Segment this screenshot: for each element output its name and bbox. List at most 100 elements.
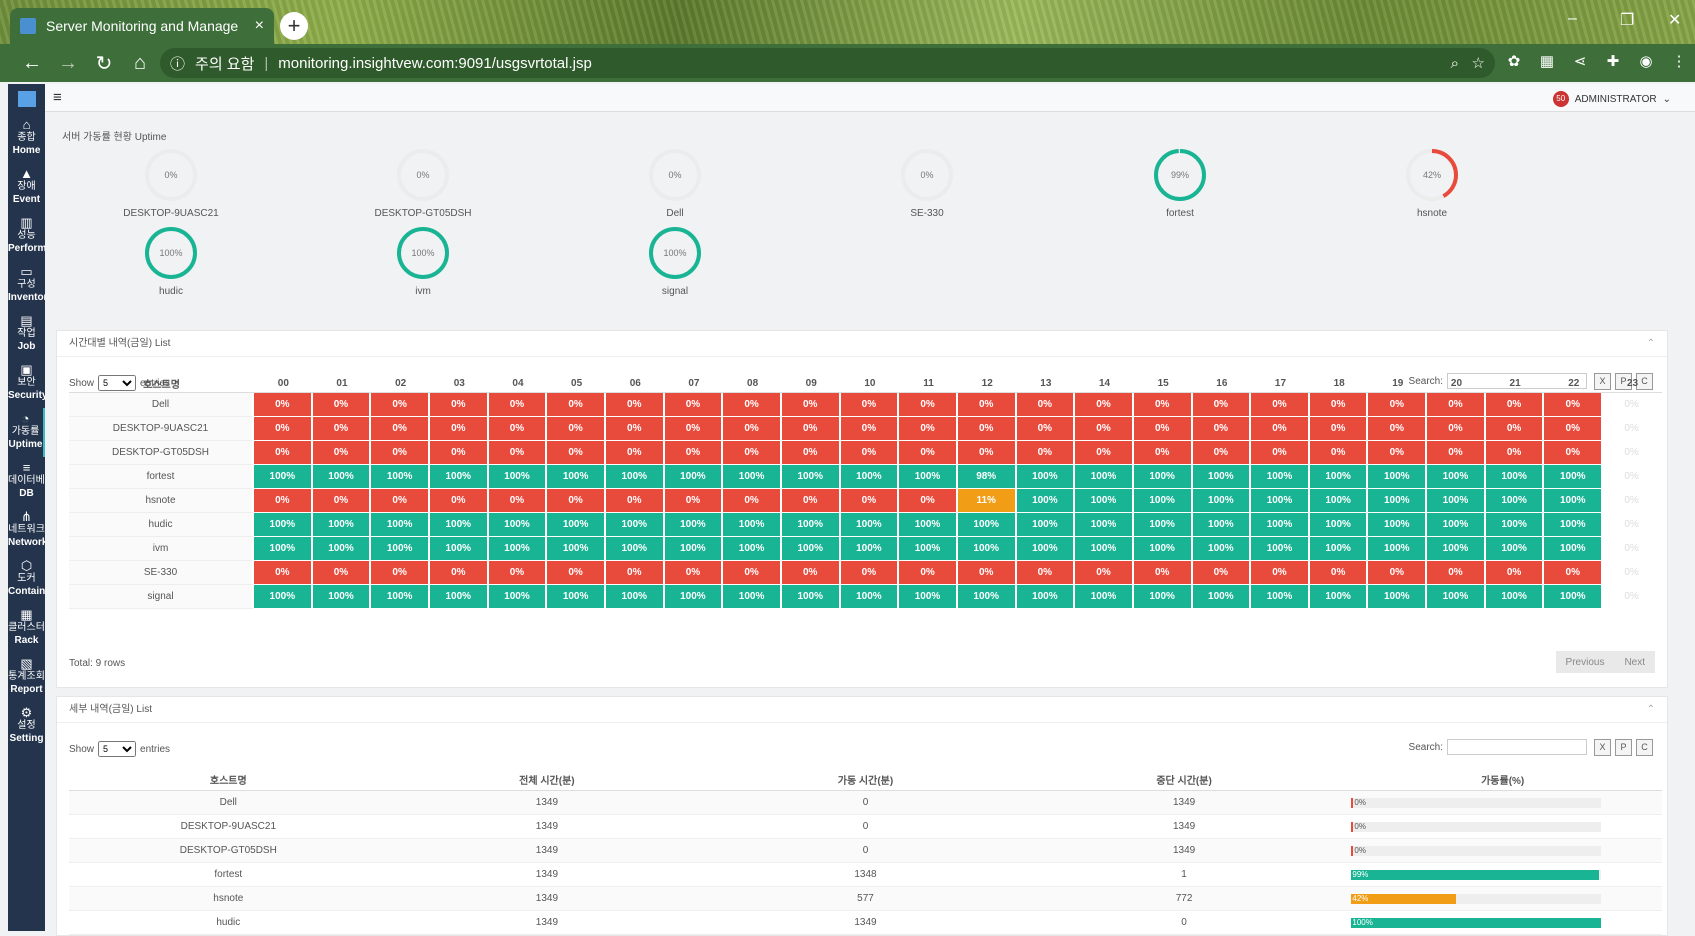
column-header[interactable]: 전체 시간(분) [387, 769, 707, 791]
search-input[interactable] [1447, 739, 1587, 755]
column-header-hour[interactable]: 11 [899, 375, 958, 393]
column-header-hour[interactable]: 14 [1075, 375, 1134, 393]
column-header-hour[interactable]: 06 [605, 375, 665, 393]
column-header-hour[interactable]: 05 [547, 375, 606, 393]
notification-badge[interactable]: 50 [1552, 91, 1569, 107]
dashboard-icon: ◔ [21, 411, 30, 426]
sidebar-item-home[interactable]: ⌂ 종합 Home [8, 114, 45, 163]
column-header-hour[interactable]: 21 [1485, 375, 1545, 393]
sidebar-item-network[interactable]: ⋔ 네트워크 Network [8, 506, 45, 555]
uptime-gauge[interactable]: 100% ivm [353, 224, 493, 297]
new-tab-button[interactable]: + [280, 12, 308, 40]
uptime-gauge[interactable]: 100% signal [605, 224, 745, 297]
column-header-hour[interactable]: 19 [1368, 375, 1428, 393]
uptime-panel: 서버 가동률 현황 Uptime 0% DESKTOP-9UASC21 0% DESK… [56, 118, 1668, 328]
calendar-extension-icon[interactable]: ▦ [1536, 52, 1558, 74]
column-header-hour[interactable]: 01 [312, 375, 372, 393]
sidebar-item-uptime[interactable]: ◔ 가동률 Uptime [8, 408, 45, 457]
column-header-hour[interactable]: 12 [957, 375, 1017, 393]
uptime-gauge[interactable]: 100% hudic [101, 224, 241, 297]
collapse-chevron-icon[interactable]: ⌃ [1647, 697, 1655, 723]
column-header-hour[interactable]: 18 [1309, 375, 1369, 393]
column-header[interactable]: 중단 시간(분) [1024, 769, 1344, 791]
security-status[interactable]: 주의 요함 [195, 53, 254, 74]
sidebar-item-container[interactable]: ⬡도커 Container [8, 555, 45, 604]
uptime-gauge[interactable]: 42% hsnote [1362, 146, 1502, 219]
url-bar[interactable]: ⓘ 주의 요함 | monitoring.insightvew.com:9091… [160, 48, 1495, 78]
column-header-hour[interactable]: 00 [254, 375, 313, 393]
sidebar-item-security[interactable]: ▣ 보안 Security [8, 359, 45, 408]
extensions-puzzle-icon[interactable]: ✚ [1602, 52, 1624, 74]
sidebar-item-job[interactable]: ▤ 작업 Job [8, 310, 45, 359]
column-header-hour[interactable]: 23 [1603, 375, 1662, 393]
uptime-gauge[interactable]: 0% SE-330 [857, 146, 997, 219]
user-name[interactable]: ADMINISTRATOR [1575, 94, 1657, 105]
column-header-hour[interactable]: 20 [1427, 375, 1486, 393]
url-text[interactable]: monitoring.insightvew.com:9091/usgsvrtot… [278, 55, 592, 72]
cell-host: hsnote [69, 887, 388, 911]
browser-tab[interactable]: Server Monitoring and Manage × [10, 8, 274, 44]
sidebar-item-report[interactable]: ▧ 통계조회 Report [8, 653, 45, 702]
column-header-hour[interactable]: 10 [840, 375, 900, 393]
minimize-icon[interactable]: – [1568, 10, 1577, 28]
hour-cell: 0% [1016, 393, 1076, 417]
uptime-gauge[interactable]: 99% fortest [1110, 146, 1250, 219]
window-close-icon[interactable]: ✕ [1668, 10, 1681, 30]
app-logo[interactable] [8, 84, 45, 114]
column-header-hour[interactable]: 13 [1016, 375, 1076, 393]
sidebar-item-event[interactable]: ▲ 장애 Event [8, 163, 45, 212]
share-icon[interactable]: ⋖ [1569, 52, 1591, 74]
column-header[interactable]: 가동 시간(분) [706, 769, 1025, 791]
column-header-hour[interactable]: 16 [1192, 375, 1252, 393]
column-header-hour[interactable]: 03 [429, 375, 489, 393]
hour-cell: 0% [254, 417, 313, 441]
hamburger-menu-icon[interactable]: ≡ [53, 89, 62, 106]
page-size-select[interactable]: 5 [98, 741, 137, 757]
previous-button[interactable]: Previous [1556, 657, 1615, 668]
column-header-hour[interactable]: 08 [723, 375, 782, 393]
tab-close-icon[interactable]: × [255, 17, 264, 35]
column-header-hour[interactable]: 22 [1544, 375, 1604, 393]
column-header-hour[interactable]: 17 [1251, 375, 1310, 393]
column-header[interactable]: 호스트명 [69, 769, 388, 791]
column-header-hour[interactable]: 15 [1133, 375, 1193, 393]
zoom-icon[interactable]: ⌕ [1451, 55, 1459, 72]
uptime-gauge[interactable]: 0% DESKTOP-9UASC21 [101, 146, 241, 219]
next-button[interactable]: Next [1614, 657, 1655, 668]
column-header-host[interactable]: 호스트명 [69, 375, 254, 393]
sidebar-item-db[interactable]: ≡데이터베이스 DB [8, 457, 45, 506]
chevron-down-icon[interactable]: ⌄ [1663, 94, 1671, 105]
hour-cell: 100% [605, 537, 665, 561]
excel-export-icon[interactable]: X [1594, 739, 1611, 756]
browser-menu-icon[interactable]: ⋮ [1668, 52, 1690, 74]
column-header[interactable]: 가동률(%) [1343, 769, 1662, 791]
column-header-hour[interactable]: 09 [781, 375, 841, 393]
profile-avatar-icon[interactable]: ◉ [1635, 52, 1657, 74]
uptime-gauge[interactable]: 0% Dell [605, 146, 745, 219]
collapse-chevron-icon[interactable]: ⌃ [1647, 331, 1655, 357]
forward-icon[interactable]: → [50, 52, 86, 75]
hour-cell: 100% [1544, 465, 1604, 489]
column-header-hour[interactable]: 07 [664, 375, 724, 393]
hour-cell: 0% [371, 393, 430, 417]
pdf-export-icon[interactable]: P [1615, 739, 1632, 756]
user-menu[interactable]: 50 ADMINISTRATOR ⌄ [1552, 91, 1671, 107]
sidebar-item-setting[interactable]: ⚙ 설정 Setting [8, 702, 45, 751]
copy-export-icon[interactable]: C [1636, 739, 1653, 756]
column-header-hour[interactable]: 04 [488, 375, 548, 393]
back-icon[interactable]: ← [14, 52, 50, 75]
column-header-hour[interactable]: 02 [371, 375, 430, 393]
hour-cell: 0% [840, 393, 900, 417]
reload-icon[interactable]: ↻ [86, 51, 122, 76]
color-extension-icon[interactable]: ✿ [1503, 52, 1525, 74]
sidebar-item-performance[interactable]: ▥성능 Performance [8, 212, 45, 261]
info-icon[interactable]: ⓘ [170, 53, 185, 74]
bookmark-star-icon[interactable]: ☆ [1472, 54, 1485, 72]
gauge-value: 42% [1423, 170, 1441, 180]
sidebar-item-rack[interactable]: ▦ 클러스터 Rack [8, 604, 45, 653]
restore-icon[interactable]: ❐ [1620, 10, 1634, 30]
home-button-icon[interactable]: ⌂ [122, 52, 158, 75]
hour-cell: 100% [429, 465, 489, 489]
sidebar-item-inventory[interactable]: ▭구성 Inventory [8, 261, 45, 310]
uptime-gauge[interactable]: 0% DESKTOP-GT05DSH [353, 146, 493, 219]
